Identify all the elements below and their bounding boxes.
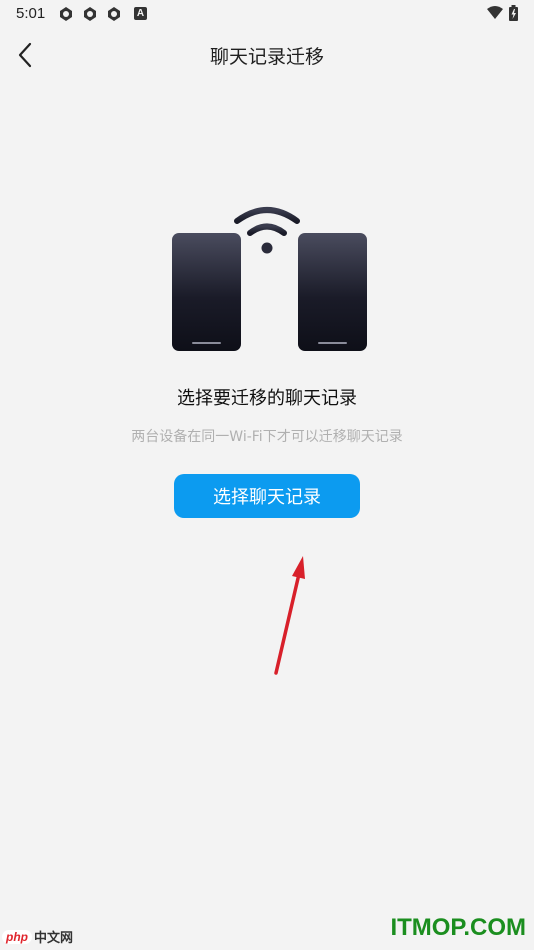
main-heading: 选择要迁移的聊天记录 [177, 388, 357, 409]
red-arrow-annotation [274, 556, 305, 675]
status-bar: 5:01 A [0, 0, 534, 28]
page-title: 聊天记录迁移 [209, 46, 324, 68]
php-watermark-logo: php [2, 929, 32, 944]
select-chat-records-button[interactable]: 选择聊天记录 [174, 474, 360, 518]
battery-icon [509, 5, 518, 21]
a-badge-icon: A [134, 7, 147, 20]
header: 聊天记录迁移 [0, 28, 534, 84]
sub-text: 两台设备在同一Wi-Fi下才可以迁移聊天记录 [131, 429, 403, 445]
status-right [487, 5, 518, 21]
app-notification-icon [84, 7, 96, 21]
itmop-watermark: ITMOP.COM [390, 914, 526, 941]
a-badge-text: A [136, 8, 145, 19]
app-notification-icon [60, 7, 72, 21]
wifi-icon [487, 6, 503, 19]
php-watermark: php 中文网 [2, 927, 73, 946]
php-watermark-text: 中文网 [34, 930, 74, 945]
wifi-signal-icon [234, 207, 300, 254]
left-phone-icon [172, 233, 241, 351]
status-time: 5:01 [16, 5, 46, 22]
app-notification-icon [108, 7, 120, 21]
phones-wifi-illustration [172, 207, 367, 351]
right-phone-icon [298, 233, 367, 351]
